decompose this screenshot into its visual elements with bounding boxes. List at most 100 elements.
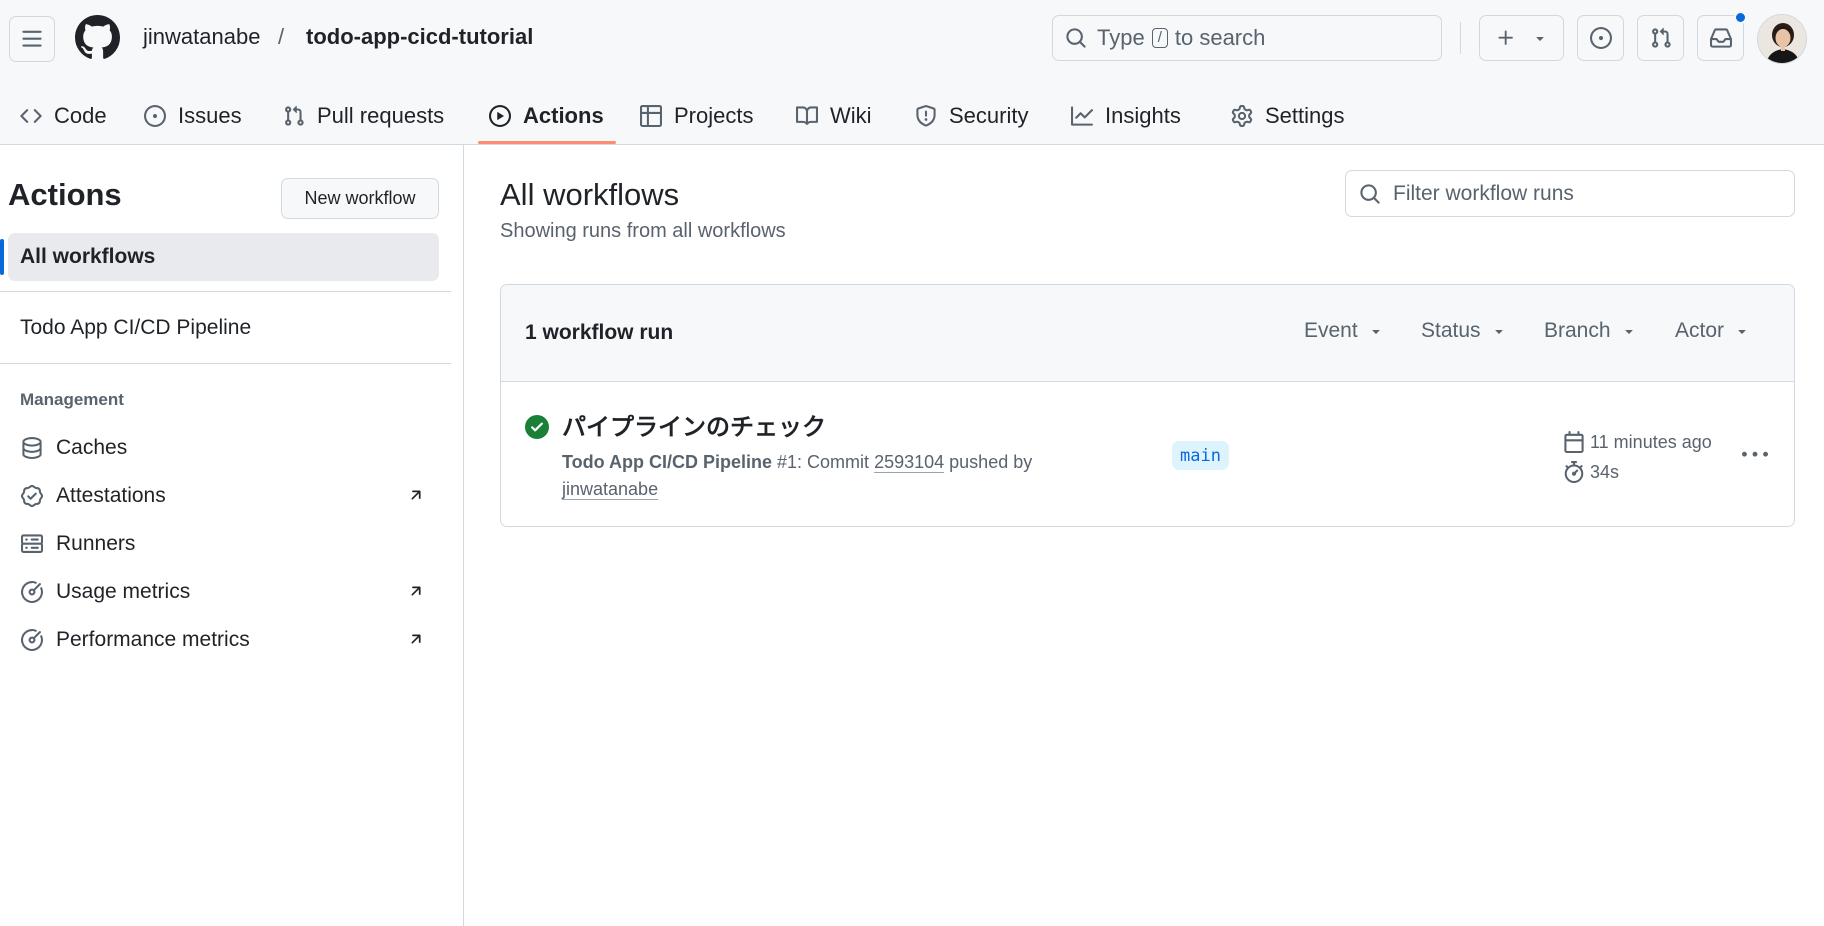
repository-nav: Code Issues Pull requests Actions Projec… — [0, 88, 1824, 144]
app-header: jinwatanabe / todo-app-cicd-tutorial Typ… — [0, 0, 1824, 145]
tab-code-label: Code — [54, 103, 107, 128]
kebab-horizontal-icon — [1742, 451, 1768, 457]
tab-issues-label: Issues — [178, 103, 242, 128]
issue-opened-icon — [1589, 27, 1612, 49]
runs-list-header: 1 workflow run Event Status Branch Actor — [501, 285, 1794, 382]
event-filter-dropdown[interactable]: Event — [1304, 319, 1384, 343]
sidebar-divider — [0, 363, 451, 364]
breadcrumb-repo[interactable]: todo-app-cicd-tutorial — [306, 22, 533, 52]
tab-actions-label: Actions — [523, 103, 604, 128]
create-new-button[interactable] — [1479, 15, 1564, 61]
hamburger-icon — [22, 30, 42, 47]
actions-sidebar: Actions New workflow All workflows Todo … — [0, 145, 464, 926]
run-meta: Todo App CI/CD Pipeline #1: Commit 25931… — [562, 449, 1082, 503]
shield-icon — [916, 105, 936, 127]
your-issues-button[interactable] — [1577, 15, 1624, 61]
sidebar-item-caches-label: Caches — [56, 436, 128, 459]
check-circle-fill-icon — [525, 415, 549, 439]
hamburger-menu-button[interactable] — [9, 16, 55, 62]
search-icon — [1066, 28, 1086, 48]
plus-icon — [1498, 30, 1513, 45]
active-item-indicator — [0, 239, 4, 275]
calendar-icon — [1564, 431, 1584, 453]
run-commit-sha-link[interactable]: 2593104 — [874, 452, 944, 472]
sidebar-item-attestations-label: Attestations — [56, 484, 166, 507]
sidebar-item-usage-metrics[interactable]: Usage metrics — [20, 572, 430, 612]
workflow-run-row[interactable]: パイプラインのチェック Todo App CI/CD Pipeline #1: … — [501, 382, 1794, 526]
branch-filter-label: Branch — [1544, 319, 1611, 342]
sidebar-title: Actions — [8, 177, 122, 212]
pull-request-icon — [285, 105, 304, 126]
gear-icon — [1231, 105, 1253, 127]
page-subtitle: Showing runs from all workflows — [500, 220, 786, 242]
issue-icon — [144, 105, 166, 127]
breadcrumb-owner[interactable]: jinwatanabe — [143, 22, 260, 52]
unread-notification-dot — [1734, 11, 1747, 24]
new-workflow-button[interactable]: New workflow — [281, 178, 439, 219]
run-options-button[interactable] — [1738, 440, 1772, 470]
tab-pull-requests[interactable]: Pull requests — [283, 88, 444, 144]
active-tab-underline — [478, 141, 616, 144]
git-pull-request-icon — [1651, 27, 1671, 48]
tab-actions[interactable]: Actions — [489, 88, 604, 144]
tab-code[interactable]: Code — [20, 88, 107, 144]
tab-settings[interactable]: Settings — [1231, 88, 1345, 144]
run-title-link[interactable]: パイプラインのチェック — [562, 407, 826, 442]
your-pull-requests-button[interactable] — [1637, 15, 1684, 61]
user-avatar[interactable] — [1757, 14, 1807, 64]
triangle-down-icon — [1372, 330, 1380, 334]
sidebar-item-all-workflows[interactable]: All workflows — [8, 233, 439, 281]
sidebar-item-attestations[interactable]: Attestations — [20, 476, 430, 516]
inbox-icon — [1709, 28, 1732, 48]
top-bar: jinwatanabe / todo-app-cicd-tutorial Typ… — [0, 0, 1824, 75]
tab-wiki-label: Wiki — [830, 103, 872, 128]
workflow-runs-list: 1 workflow run Event Status Branch Actor… — [500, 284, 1795, 527]
branch-label[interactable]: main — [1172, 441, 1229, 470]
meter-icon — [20, 628, 44, 652]
status-filter-label: Status — [1421, 319, 1481, 342]
filter-placeholder: Filter workflow runs — [1393, 181, 1574, 205]
filter-workflow-runs-input[interactable]: Filter workflow runs — [1345, 170, 1795, 217]
sidebar-item-workflow[interactable]: Todo App CI/CD Pipeline — [20, 316, 251, 340]
table-icon — [640, 105, 662, 127]
graph-icon — [1071, 106, 1093, 126]
global-search-input[interactable]: Type / to search — [1052, 15, 1442, 61]
search-prefix-text: Type — [1097, 25, 1145, 50]
breadcrumb-separator: / — [278, 24, 285, 49]
triangle-down-icon — [1738, 330, 1746, 334]
sidebar-item-usage-metrics-label: Usage metrics — [56, 580, 191, 603]
play-icon — [489, 105, 511, 127]
tab-projects[interactable]: Projects — [640, 88, 753, 144]
run-duration: 34s — [1563, 461, 1619, 483]
tab-issues[interactable]: Issues — [144, 88, 242, 144]
actor-filter-label: Actor — [1675, 319, 1725, 342]
tab-insights[interactable]: Insights — [1071, 88, 1181, 144]
run-actor-link[interactable]: jinwatanabe — [562, 479, 658, 499]
run-workflow-name: Todo App CI/CD Pipeline — [562, 452, 772, 472]
branch-filter-dropdown[interactable]: Branch — [1544, 319, 1637, 343]
book-icon — [796, 106, 818, 125]
run-commit-prefix: : Commit — [797, 452, 870, 472]
triangle-down-icon — [1494, 330, 1503, 334]
search-shortcut-key: / — [1151, 28, 1168, 48]
tab-projects-label: Projects — [674, 103, 754, 128]
database-icon — [20, 436, 44, 460]
sidebar-item-runners[interactable]: Runners — [20, 524, 430, 564]
actor-filter-dropdown[interactable]: Actor — [1675, 319, 1750, 343]
arrow-up-right-icon — [411, 586, 421, 596]
sidebar-item-performance-metrics[interactable]: Performance metrics — [20, 620, 430, 660]
github-logo-icon[interactable] — [75, 15, 120, 60]
tab-security-label: Security — [949, 103, 1029, 128]
tab-wiki[interactable]: Wiki — [796, 88, 872, 144]
runs-count: 1 workflow run — [525, 321, 674, 344]
stopwatch-icon — [1564, 461, 1584, 483]
search-icon — [1360, 183, 1380, 204]
status-filter-dropdown[interactable]: Status — [1421, 319, 1507, 343]
tab-pull-requests-label: Pull requests — [317, 103, 445, 128]
arrow-up-right-icon — [411, 634, 421, 644]
toolbar-divider — [1460, 22, 1461, 54]
tab-security[interactable]: Security — [915, 88, 1028, 144]
sidebar-item-caches[interactable]: Caches — [20, 428, 430, 468]
search-suffix-text: to search — [1174, 25, 1266, 50]
run-time-ago-text: 11 minutes ago — [1590, 431, 1712, 452]
